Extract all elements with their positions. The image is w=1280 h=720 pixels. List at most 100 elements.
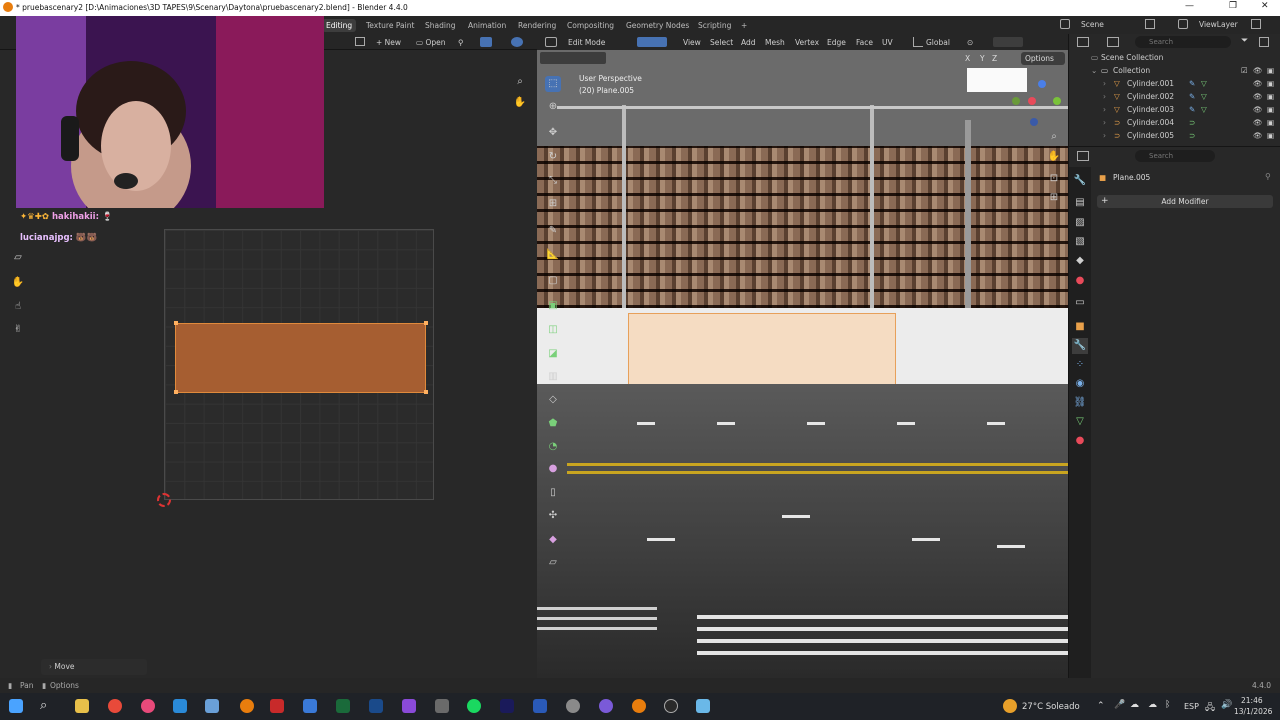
orientation-selector[interactable]: Global xyxy=(926,38,950,47)
pin-icon[interactable]: ⚲ xyxy=(458,38,464,47)
uv-sync-icon[interactable] xyxy=(480,37,492,47)
transform-tool-icon[interactable]: ⊞ xyxy=(545,196,561,212)
pycharm-icon[interactable] xyxy=(336,699,350,713)
mesh-data-icon[interactable]: ▽ xyxy=(1201,105,1207,114)
new-collection-icon[interactable] xyxy=(1259,37,1269,47)
camera-icon[interactable]: ▣ xyxy=(1267,131,1274,140)
smooth-tool-icon[interactable]: ● xyxy=(545,461,561,477)
menu-edge[interactable]: Edge xyxy=(827,38,846,47)
chevron-up-icon[interactable]: ⌃ xyxy=(1097,701,1105,711)
last-operator-panel[interactable]: › Move xyxy=(41,659,147,675)
eye-icon[interactable]: 👁 xyxy=(1253,66,1263,75)
select-box-tool-icon[interactable]: ⬚ xyxy=(545,76,561,92)
pan-icon[interactable]: ✋ xyxy=(512,95,528,111)
word-icon[interactable] xyxy=(533,699,547,713)
grab-tool-icon[interactable]: ✋ xyxy=(10,275,26,291)
new-view-layer-icon[interactable] xyxy=(1251,19,1261,29)
cursor-tool-icon[interactable]: ⊕ xyxy=(545,99,561,115)
spin-tool-icon[interactable]: ◔ xyxy=(545,439,561,455)
navigation-gizmo[interactable] xyxy=(1008,72,1068,132)
photos-icon[interactable] xyxy=(303,699,317,713)
inset-tool-icon[interactable]: ◫ xyxy=(545,322,561,338)
snap-icon[interactable] xyxy=(993,37,1023,47)
windows-start-icon[interactable] xyxy=(9,699,23,713)
eye-icon[interactable]: 👁 xyxy=(1253,118,1263,127)
curve-data-icon[interactable]: ⊃ xyxy=(1189,131,1195,140)
poly-build-tool-icon[interactable]: ⬟ xyxy=(545,416,561,432)
chrome-icon[interactable] xyxy=(108,699,122,713)
object-tab-icon[interactable]: ■ xyxy=(1072,319,1088,335)
tab-compositing[interactable]: Compositing xyxy=(563,19,618,32)
output-tab-icon[interactable]: ▨ xyxy=(1072,215,1088,231)
collection-tab-icon[interactable]: ▭ xyxy=(1072,295,1088,311)
pin-icon[interactable]: ⚲ xyxy=(1265,172,1271,181)
3d-viewport[interactable] xyxy=(537,50,1068,678)
rotate-tool-icon[interactable]: ↻ xyxy=(545,149,561,165)
tab-animation[interactable]: Animation xyxy=(464,19,510,32)
scale-tool-icon[interactable]: ⤡ xyxy=(545,173,561,189)
close-button[interactable]: ✕ xyxy=(1261,1,1269,11)
add-cube-tool-icon[interactable]: ▢ xyxy=(545,273,561,289)
volume-icon[interactable]: 🔊 xyxy=(1221,700,1232,710)
mode-selector[interactable]: Edit Mode xyxy=(568,38,605,47)
video-editor-icon[interactable] xyxy=(270,699,284,713)
maximize-button[interactable]: ❐ xyxy=(1229,1,1237,11)
eye-icon[interactable]: 👁 xyxy=(1253,105,1263,114)
pan-icon[interactable]: ✋ xyxy=(1046,149,1062,165)
properties-search-input[interactable]: Search xyxy=(1135,150,1215,162)
data-tab-icon[interactable]: ▽ xyxy=(1072,414,1088,430)
cloud-icon[interactable]: ☁ xyxy=(1130,700,1139,710)
selected-plane[interactable] xyxy=(628,313,896,385)
mesh-data-icon[interactable]: ▽ xyxy=(1201,92,1207,101)
tool-tab-icon[interactable]: 🔧 xyxy=(1072,173,1088,189)
opera-icon[interactable] xyxy=(141,699,155,713)
tab-texture-paint[interactable]: Texture Paint xyxy=(362,19,418,32)
curve-data-icon[interactable]: ⊃ xyxy=(1189,118,1195,127)
axis-y-toggle[interactable]: Y xyxy=(980,54,985,63)
eye-icon[interactable]: 👁 xyxy=(1253,131,1263,140)
extrude-tool-icon[interactable]: ▣ xyxy=(545,298,561,314)
new-image-button[interactable]: + New xyxy=(376,38,401,47)
axis-x-toggle[interactable]: X xyxy=(965,54,970,63)
app-icon[interactable] xyxy=(435,699,449,713)
ortho-toggle-icon[interactable]: ⊞ xyxy=(1046,190,1062,206)
mesh-data-icon[interactable]: ▽ xyxy=(1201,79,1207,88)
modifier-icon[interactable]: ✎ xyxy=(1189,92,1195,101)
eye-icon[interactable]: 👁 xyxy=(1253,79,1263,88)
blender-icon[interactable] xyxy=(240,699,254,713)
view-layer-selector[interactable]: ViewLayer xyxy=(1199,20,1238,29)
x-axis-icon[interactable] xyxy=(1028,97,1036,105)
tab-geometry-nodes[interactable]: Geometry Nodes xyxy=(622,19,693,32)
tab-shading[interactable]: Shading xyxy=(421,19,459,32)
menu-uv[interactable]: UV xyxy=(882,38,893,47)
settings-icon[interactable] xyxy=(566,699,580,713)
open-image-button[interactable]: ▭ Open xyxy=(416,38,446,47)
menu-vertex[interactable]: Vertex xyxy=(795,38,819,47)
obs-icon[interactable] xyxy=(664,699,678,713)
add-workspace-button[interactable]: + xyxy=(737,19,751,32)
menu-select[interactable]: Select xyxy=(710,38,733,47)
outliner-row-object[interactable]: › ▽ Cylinder.002 ✎ ▽ 👁 ▣ xyxy=(1069,91,1280,104)
properties-editor-icon[interactable] xyxy=(1077,151,1089,161)
uv-vertex[interactable] xyxy=(424,390,428,394)
zoom-icon[interactable]: ⌕ xyxy=(1046,129,1062,145)
rip-tool-icon[interactable]: ▱ xyxy=(10,250,26,266)
camera-view-icon[interactable]: ⊡ xyxy=(1046,171,1062,187)
outliner-row-object[interactable]: › ▽ Cylinder.001 ✎ ▽ 👁 ▣ xyxy=(1069,78,1280,91)
uv-vertex[interactable] xyxy=(424,321,428,325)
neg-z-axis-icon[interactable] xyxy=(1030,118,1038,126)
annotate-tool-icon[interactable]: ✎ xyxy=(545,223,561,239)
outliner-row-object[interactable]: › ⊃ Cylinder.005 ⊃ 👁 ▣ xyxy=(1069,130,1280,143)
scene-selector[interactable]: Scene xyxy=(1081,20,1104,29)
app-icon[interactable] xyxy=(205,699,219,713)
shrink-fatten-tool-icon[interactable]: ✣ xyxy=(545,508,561,524)
select-box-modes[interactable] xyxy=(540,52,606,64)
discord-icon[interactable] xyxy=(599,699,613,713)
physics-tab-icon[interactable]: ◉ xyxy=(1072,376,1088,392)
z-axis-icon[interactable] xyxy=(1038,80,1046,88)
camera-icon[interactable]: ▣ xyxy=(1267,92,1274,101)
modifier-icon[interactable]: ✎ xyxy=(1189,79,1195,88)
render-tab-icon[interactable]: ▤ xyxy=(1072,195,1088,211)
menu-mesh[interactable]: Mesh xyxy=(765,38,785,47)
edge-slide-tool-icon[interactable]: ▯ xyxy=(545,485,561,501)
